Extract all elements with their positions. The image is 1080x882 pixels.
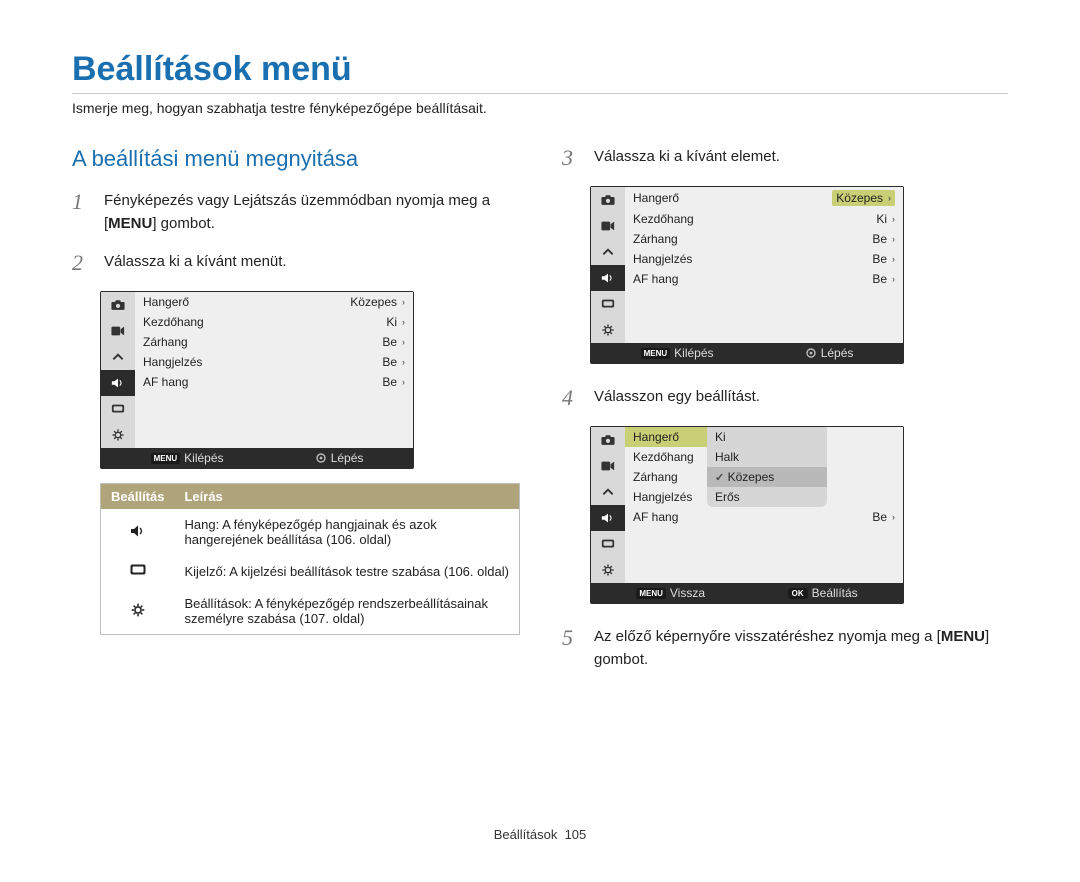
speaker-icon (101, 509, 175, 555)
step-number: 2 (72, 251, 90, 275)
step-number: 4 (562, 386, 580, 410)
row-label: Hangjelzés (143, 355, 202, 369)
camera-screen-2: HangerőKözepes› KezdőhangKi› ZárhangBe› … (590, 186, 904, 364)
chevron-up-icon (591, 479, 625, 505)
row-label: Kezdőhang (143, 315, 204, 329)
gear-icon (101, 422, 135, 448)
section-heading: A beállítási menü megnyitása (72, 146, 518, 172)
gear-icon (591, 557, 625, 583)
display-icon (101, 555, 175, 588)
chevron-up-icon (591, 239, 625, 265)
row-label: Hangerő (143, 295, 189, 309)
step-number: 3 (562, 146, 580, 170)
footer-exit: MENUKilépés (151, 451, 224, 465)
step-2-text: Válassza ki a kívánt menüt. (104, 251, 287, 275)
th-description: Leírás (174, 484, 519, 510)
step-number: 1 (72, 190, 90, 235)
display-icon (591, 291, 625, 317)
speaker-icon (591, 265, 625, 291)
camera-screen-3: Hangerő Kezdőhang Zárhang Hangjelzés AF … (590, 426, 904, 604)
step-4: 4 Válasszon egy beállítást. (562, 386, 1008, 410)
settings-definitions-table: Beállítás Leírás Hang: A fényképezőgép h… (100, 483, 520, 635)
movie-icon (591, 213, 625, 239)
volume-dropdown: Ki Halk ✓ Közepes Erős (707, 427, 827, 507)
speaker-icon (591, 505, 625, 531)
gear-icon (101, 588, 175, 635)
step-1: 1 Fényképezés vagy Lejátszás üzemmódban … (72, 190, 518, 235)
dropdown-option: Halk (707, 447, 827, 467)
footer-move: Lépés (805, 346, 854, 360)
menu-label: MENU (941, 628, 985, 645)
def-sound: Hang: A fényképezőgép hangjainak és azok… (174, 509, 519, 555)
def-settings: Beállítások: A fényképezőgép rendszerbeá… (174, 588, 519, 635)
step-1-text-a: Fényképezés vagy Lejátszás üzemmódban ny… (104, 192, 490, 209)
chevron-up-icon (101, 344, 135, 370)
footer-back: MENUVissza (636, 586, 705, 600)
gear-icon (591, 317, 625, 343)
display-icon (591, 531, 625, 557)
camera-icon (591, 427, 625, 453)
page-intro: Ismerje meg, hogyan szabhatja testre fén… (72, 100, 1008, 116)
step-3: 3 Válassza ki a kívánt elemet. (562, 146, 1008, 170)
step-2: 2 Válassza ki a kívánt menüt. (72, 251, 518, 275)
step-number: 5 (562, 626, 580, 671)
footer-exit: MENUKilépés (641, 346, 714, 360)
step-5: 5 Az előző képernyőre visszatéréshez nyo… (562, 626, 1008, 671)
step-1-text-b: ] gombot. (152, 215, 215, 232)
movie-icon (101, 318, 135, 344)
page-footer: Beállítások 105 (72, 827, 1008, 842)
menu-label: MENU (108, 215, 152, 232)
footer-move: Lépés (315, 451, 364, 465)
row-label: AF hang (143, 375, 188, 389)
movie-icon (591, 453, 625, 479)
speaker-icon (101, 370, 135, 396)
camera-icon (101, 292, 135, 318)
row-label: Zárhang (143, 335, 188, 349)
def-display: Kijelző: A kijelzési beállítások testre … (174, 555, 519, 588)
footer-set: OKBeállítás (788, 586, 858, 600)
camera-icon (591, 187, 625, 213)
step-4-text: Válasszon egy beállítást. (594, 386, 760, 410)
display-icon (101, 396, 135, 422)
left-tab-strip (101, 292, 135, 448)
camera-screen-1: HangerőKözepes› KezdőhangKi› ZárhangBe› … (100, 291, 414, 469)
th-setting: Beállítás (101, 484, 175, 510)
step-5-text-a: Az előző képernyőre visszatéréshez nyomj… (594, 628, 933, 645)
dropdown-option-selected: ✓ Közepes (707, 467, 827, 487)
dropdown-option: Ki (707, 427, 827, 447)
page-title: Beállítások menü (72, 50, 1008, 94)
step-3-text: Válassza ki a kívánt elemet. (594, 146, 780, 170)
dropdown-option: Erős (707, 487, 827, 507)
